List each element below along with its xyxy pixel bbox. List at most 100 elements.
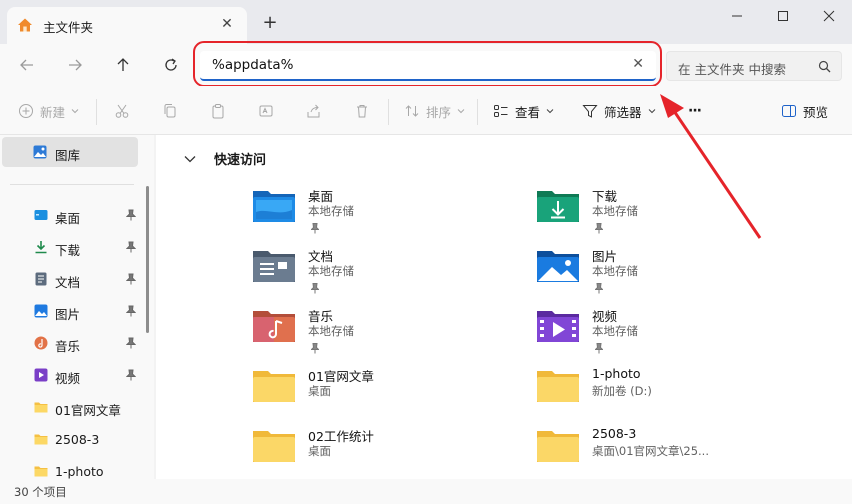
sort-icon: [405, 105, 419, 117]
sidebar-item-videos[interactable]: 视频: [0, 360, 138, 390]
sidebar-item-label: 视频: [55, 371, 81, 386]
folder-icon: [537, 431, 579, 462]
pin-icon: [126, 337, 136, 349]
tab-home[interactable]: 主文件夹 ✕: [7, 7, 247, 44]
search-icon: [818, 60, 831, 73]
item-location: 本地存储: [308, 324, 354, 338]
sidebar-item-label: 图片: [55, 307, 81, 322]
sidebar-item-pictures[interactable]: 图片: [0, 296, 138, 326]
sidebar-scrollbar[interactable]: [146, 186, 149, 333]
filter-button[interactable]: 筛选器: [582, 100, 656, 122]
title-bar: 主文件夹 ✕ +: [0, 0, 852, 44]
close-window-button[interactable]: [806, 0, 852, 32]
sidebar-item-music[interactable]: 音乐: [0, 328, 138, 358]
pin-icon: [595, 223, 603, 234]
sort-button[interactable]: 排序: [404, 100, 465, 122]
pictures-folder-icon: [537, 251, 579, 282]
quick-item-documents[interactable]: 文档 本地存储: [252, 245, 532, 301]
quick-access-header[interactable]: 快速访问: [184, 149, 266, 168]
refresh-button[interactable]: [156, 52, 186, 78]
maximize-button[interactable]: [760, 0, 806, 32]
folder-icon: [253, 371, 295, 402]
downloads-folder-icon: [537, 191, 579, 222]
address-bar[interactable]: %appdata% ✕: [200, 51, 656, 81]
folder-icon: [253, 431, 295, 462]
forward-button[interactable]: [60, 52, 90, 78]
sidebar-item-label: 桌面: [55, 211, 81, 226]
search-box[interactable]: 在 主文件夹 中搜索: [666, 51, 842, 81]
quick-item-videos[interactable]: 视频 本地存储: [536, 305, 816, 361]
delete-button[interactable]: [354, 100, 370, 122]
sidebar-item-downloads[interactable]: 下载: [0, 232, 138, 262]
sort-button-label: 排序: [426, 104, 452, 120]
pin-icon: [126, 273, 136, 285]
quick-item-downloads[interactable]: 下载 本地存储: [536, 185, 816, 241]
share-button[interactable]: [306, 100, 322, 122]
refresh-icon: [165, 58, 177, 71]
navigation-pane: 图库 桌面 下载 文档 图片 音乐 视频 01官网文章 2508-3 1-pho…: [0, 135, 154, 479]
pin-icon: [126, 369, 136, 381]
minimize-button[interactable]: [714, 0, 760, 32]
chevron-down-icon: [648, 109, 655, 114]
filter-button-label: 筛选器: [604, 104, 642, 120]
quick-item-folder-2508[interactable]: 2508-3 桌面\01官网文章\25...: [536, 425, 816, 481]
item-location: 本地存储: [308, 264, 354, 278]
item-location: 桌面: [308, 444, 331, 458]
document-icon: [35, 272, 47, 286]
content-pane: 快速访问 桌面 本地存储 下载 本地存储 文档 本地存储 图片 本地存储 音乐 …: [156, 135, 852, 479]
pin-icon: [311, 283, 319, 294]
sidebar-item-label: 01官网文章: [55, 403, 121, 418]
sidebar-item-gallery[interactable]: 图库: [2, 137, 138, 167]
tab-close-button[interactable]: ✕: [217, 14, 237, 34]
sidebar-divider: [10, 184, 134, 185]
sidebar-item-folder-01[interactable]: 01官网文章: [0, 392, 138, 422]
arrow-right-icon: [69, 59, 82, 71]
more-options-button[interactable]: ···: [688, 100, 702, 122]
chevron-down-icon: [457, 109, 465, 114]
sidebar-item-desktop[interactable]: 桌面: [0, 200, 138, 230]
navigation-bar: %appdata% ✕ 在 主文件夹 中搜索: [0, 44, 852, 86]
share-icon: [307, 104, 320, 118]
pin-icon: [311, 343, 319, 354]
picture-icon: [34, 304, 48, 318]
pin-icon: [311, 223, 319, 234]
quick-item-folder-1photo[interactable]: 1-photo 新加卷 (D:): [536, 365, 816, 421]
cut-button[interactable]: [114, 100, 130, 122]
preview-pane-label: 预览: [803, 104, 829, 120]
view-button[interactable]: 查看: [493, 100, 554, 122]
pin-icon: [126, 209, 136, 221]
back-button[interactable]: [12, 52, 42, 78]
paste-button[interactable]: [210, 100, 226, 122]
music-icon: [34, 336, 48, 350]
new-button[interactable]: 新建: [18, 100, 79, 122]
quick-item-music[interactable]: 音乐 本地存储: [252, 305, 532, 361]
quick-item-desktop[interactable]: 桌面 本地存储: [252, 185, 532, 241]
item-name: 1-photo: [592, 366, 641, 381]
filter-icon: [582, 105, 598, 118]
quick-item-folder-02[interactable]: 02工作统计 桌面: [252, 425, 532, 481]
sidebar-item-folder-2508[interactable]: 2508-3: [0, 424, 138, 454]
rename-button[interactable]: [258, 100, 274, 122]
command-toolbar: 新建 排序 查看 筛选器 ··· 预览: [0, 86, 852, 135]
folder-icon: [34, 434, 48, 445]
item-location: 新加卷 (D:): [592, 384, 652, 398]
item-location: 本地存储: [308, 204, 354, 218]
copy-button[interactable]: [162, 100, 178, 122]
folder-icon: [34, 466, 48, 477]
pin-icon: [126, 305, 136, 317]
copy-icon: [164, 104, 176, 118]
scissors-icon: [115, 104, 129, 118]
quick-item-folder-01[interactable]: 01官网文章 桌面: [252, 365, 532, 421]
music-folder-icon: [253, 311, 295, 342]
address-input[interactable]: %appdata%: [212, 57, 293, 73]
close-icon: [823, 10, 835, 22]
sidebar-item-documents[interactable]: 文档: [0, 264, 138, 294]
chevron-down-icon: [184, 155, 196, 162]
search-input[interactable]: 在 主文件夹 中搜索: [678, 59, 786, 78]
sidebar-item-label: 下载: [55, 243, 81, 258]
new-tab-button[interactable]: +: [259, 12, 281, 34]
up-button[interactable]: [108, 52, 138, 78]
preview-pane-button[interactable]: 预览: [781, 100, 828, 122]
clear-address-button[interactable]: ✕: [632, 56, 644, 72]
quick-item-pictures[interactable]: 图片 本地存储: [536, 245, 816, 301]
